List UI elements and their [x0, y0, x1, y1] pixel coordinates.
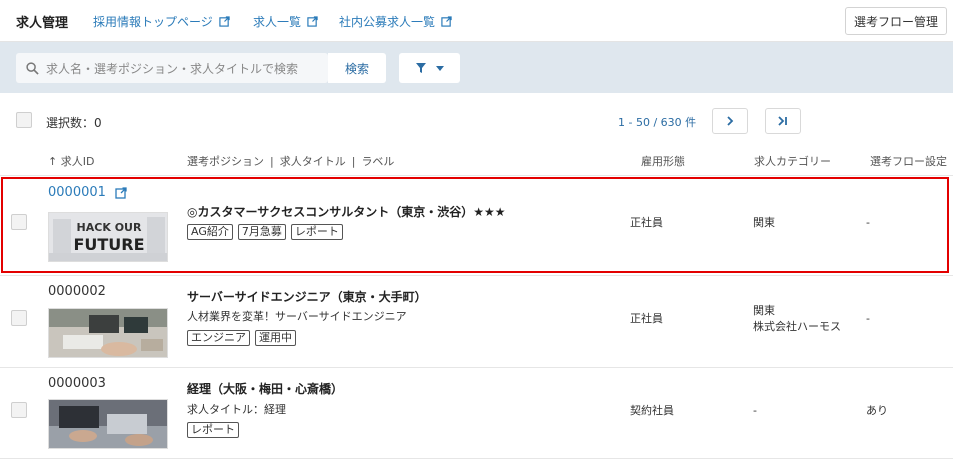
label-tag: 7月急募	[237, 224, 286, 240]
column-header-id[interactable]: ↑ 求人ID	[48, 153, 94, 169]
next-page-button[interactable]	[712, 108, 748, 134]
column-header-flow: 選考フロー設定	[870, 155, 947, 168]
chevron-right-icon	[727, 116, 734, 126]
thumbnail-image	[49, 309, 167, 357]
nav-link-label: 採用情報トップページ	[93, 15, 213, 29]
external-link-icon	[307, 16, 318, 27]
sort-up-icon: ↑	[48, 155, 58, 168]
column-separator: |	[270, 155, 274, 168]
table-row[interactable]: 0000001 HACK OUR FUTURE ◎カスタマーサクセスコンサルタン…	[0, 175, 953, 275]
flow-setting: あり	[866, 404, 888, 417]
column-label-position: 選考ポジション	[187, 155, 264, 168]
column-label-label: ラベル	[361, 155, 395, 168]
job-title[interactable]: ◎カスタマーサクセスコンサルタント（東京・渋谷）★★★	[187, 203, 506, 220]
flow-setting: -	[866, 312, 870, 325]
nav-link-job-list[interactable]: 求人一覧	[253, 13, 318, 30]
last-page-button[interactable]	[765, 108, 801, 134]
search-input[interactable]: 求人名・選考ポジション・求人タイトルで検索	[16, 53, 328, 83]
label-tag: 運用中	[255, 330, 296, 346]
filter-icon	[415, 63, 426, 73]
page-title: 求人管理	[16, 16, 69, 31]
selected-count: 選択数：0	[46, 116, 102, 130]
search-button[interactable]: 検索	[328, 53, 386, 83]
employment-type: 正社員	[630, 216, 663, 229]
last-page-icon	[778, 116, 787, 126]
chevron-down-icon	[435, 65, 444, 71]
row-checkbox[interactable]	[11, 402, 27, 418]
job-thumbnail	[48, 399, 168, 449]
employment-type: 契約社員	[630, 404, 674, 417]
nav-link-label: 求人一覧	[253, 15, 302, 29]
column-header-employment: 雇用形態	[641, 155, 685, 168]
nav-link-label: 社内公募求人一覧	[339, 15, 436, 29]
column-separator: |	[351, 155, 356, 168]
column-header-title-group: 選考ポジション | 求人タイトル | ラベル	[187, 153, 394, 169]
label-tags: エンジニア 運用中	[187, 330, 296, 346]
pagination-info: 1 - 50 / 630 件	[618, 116, 697, 129]
job-category: 関東	[753, 216, 775, 229]
table-row[interactable]: 0000002 サーバーサイドエンジニア（東京・大手町） 人材業界を変革！サーバ…	[0, 275, 953, 367]
top-header: 求人管理 採用情報トップページ 求人一覧 社内公募求人一覧 選考フロー管理	[0, 0, 953, 42]
search-placeholder: 求人名・選考ポジション・求人タイトルで検索	[46, 61, 299, 76]
thumbnail-text-2: FUTURE	[73, 235, 145, 254]
thumbnail-image	[49, 400, 167, 448]
flow-setting: -	[866, 216, 870, 229]
label-tag: AG紹介	[187, 224, 233, 240]
nav-link-recruit-top[interactable]: 採用情報トップページ	[93, 13, 230, 30]
job-category: -	[753, 404, 757, 417]
label-tags: レポート	[187, 422, 239, 438]
table-row[interactable]: 0000003 経理（大阪・梅田・心斎橋） 求人タイトル：経理 レポート 契約社…	[0, 367, 953, 459]
column-header-category: 求人カテゴリー	[754, 155, 831, 168]
employment-type: 正社員	[630, 312, 663, 325]
search-icon	[26, 61, 39, 75]
job-title[interactable]: サーバーサイドエンジニア（東京・大手町）	[187, 288, 427, 305]
external-link-icon	[219, 16, 230, 27]
job-id: 0000002	[48, 284, 106, 299]
job-subtitle: 求人タイトル：経理	[187, 403, 286, 416]
column-label: 求人ID	[60, 155, 95, 168]
job-title[interactable]: 経理（大阪・梅田・心斎橋）	[187, 380, 343, 397]
selection-flow-button[interactable]: 選考フロー管理	[845, 7, 947, 35]
thumbnail-text-1: HACK OUR	[76, 221, 142, 234]
select-all-checkbox[interactable]	[16, 112, 32, 128]
row-checkbox[interactable]	[11, 310, 27, 326]
label-tags: AG紹介 7月急募 レポート	[187, 224, 343, 240]
external-link-icon	[115, 186, 127, 199]
job-category: 関東	[753, 304, 775, 317]
search-bar: 求人名・選考ポジション・求人タイトルで検索 検索	[0, 42, 953, 93]
job-thumbnail	[48, 308, 168, 358]
label-tag: レポート	[187, 422, 239, 438]
job-id: 0000001	[48, 185, 106, 200]
job-id-link[interactable]: 0000001	[48, 185, 127, 200]
label-tag: レポート	[290, 224, 343, 240]
job-thumbnail: HACK OUR FUTURE	[48, 212, 168, 262]
job-subtitle: 人材業界を変革！サーバーサイドエンジニア	[187, 310, 407, 323]
nav-link-internal-jobs[interactable]: 社内公募求人一覧	[339, 13, 452, 30]
label-tag: エンジニア	[187, 330, 250, 346]
external-link-icon	[441, 16, 452, 27]
job-category-company: 株式会社ハーモス	[753, 320, 841, 333]
job-id: 0000003	[48, 376, 106, 391]
row-checkbox[interactable]	[11, 214, 27, 230]
column-label-job-title: 求人タイトル	[279, 155, 346, 168]
filter-button[interactable]	[399, 53, 460, 83]
